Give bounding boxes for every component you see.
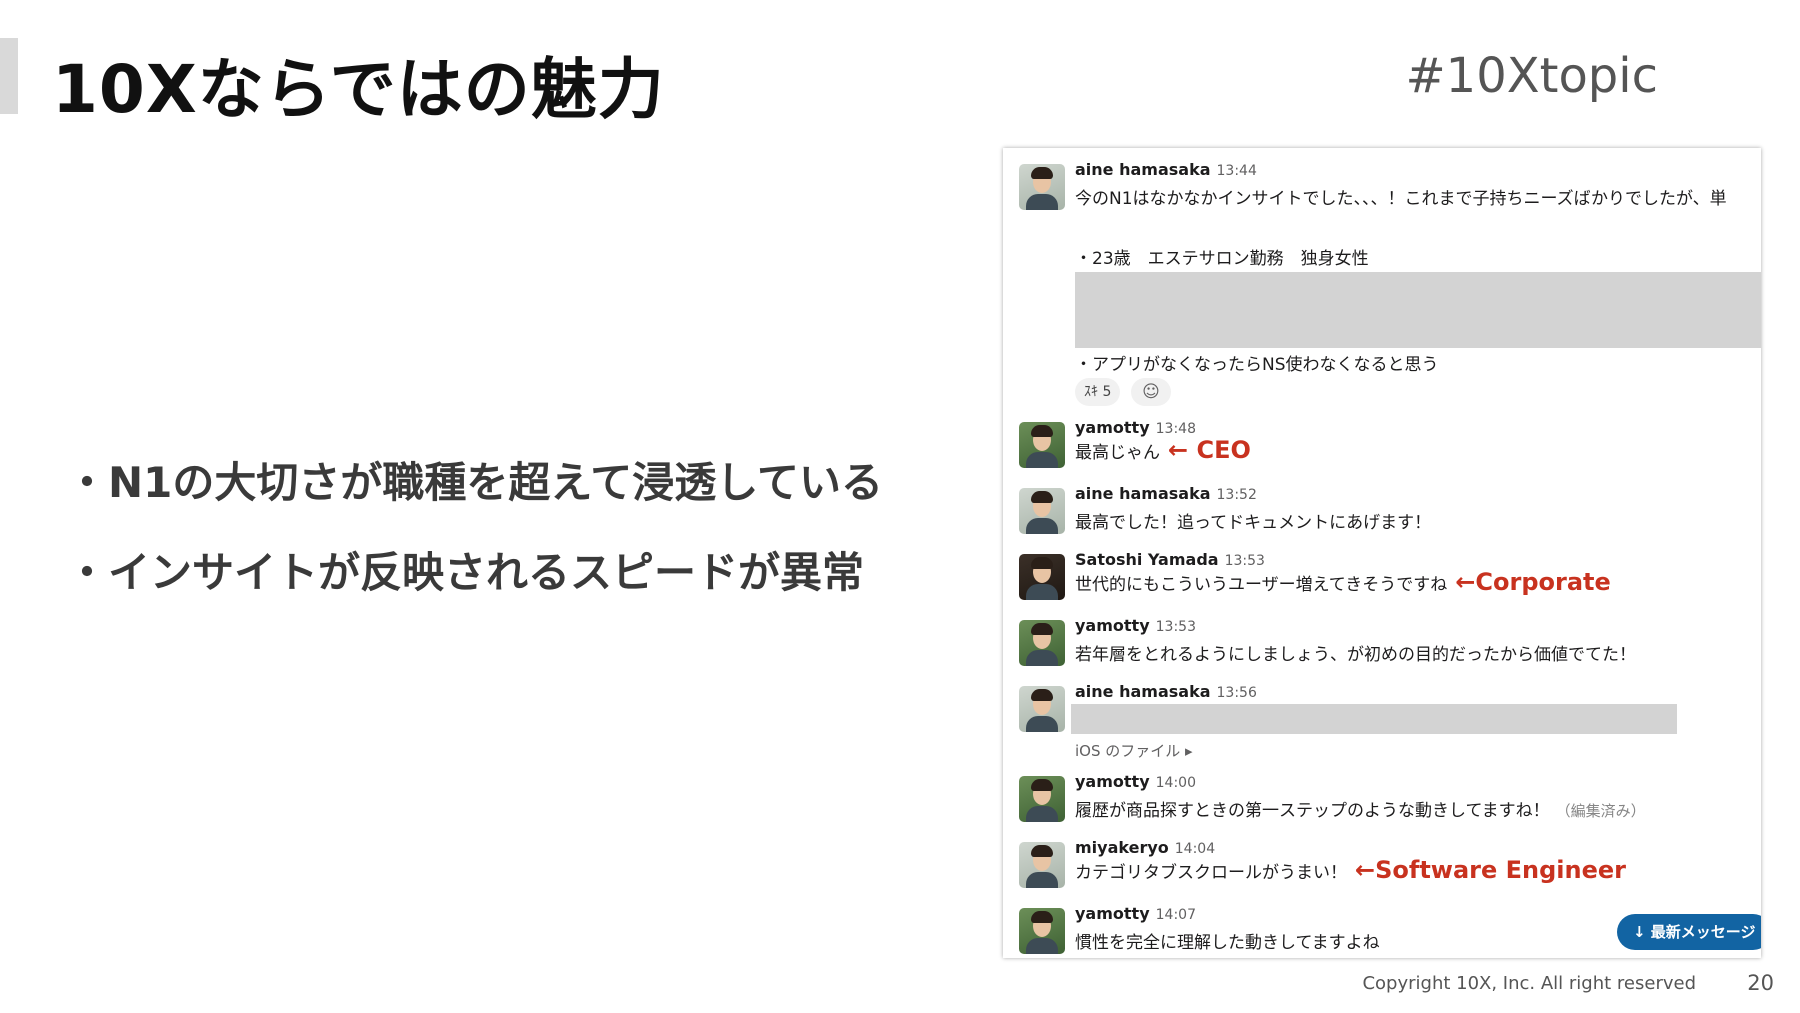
message-text: 若年層をとれるようにしましょう、が初めの目的だったから価値でてた！ <box>1075 645 1636 665</box>
role-annotation: ←Software Engineer <box>1355 856 1626 884</box>
message-header: Satoshi Yamada 13:53 <box>1075 550 1265 569</box>
user-avatar[interactable] <box>1019 842 1065 888</box>
message-text-row: 履歴が商品探すときの第一ステップのような動きしてますね！ （編集済み） <box>1075 796 1646 821</box>
username[interactable]: yamotty <box>1075 772 1150 791</box>
user-avatar[interactable] <box>1019 554 1065 600</box>
message-text: 今のN1はなかなかインサイトでした、、、！これまで子持ちニーズばかりでしたが、単 <box>1075 189 1727 209</box>
timestamp[interactable]: 13:52 <box>1217 487 1257 503</box>
username[interactable]: yamotty <box>1075 904 1150 923</box>
timestamp[interactable]: 14:00 <box>1156 775 1196 791</box>
reaction-pill[interactable]: ｽｷ 5 <box>1075 378 1121 406</box>
username[interactable]: miyakeryo <box>1075 838 1169 857</box>
slack-screenshot: aine hamasaka 13:44 今のN1はなかなかインサイトでした、、、！… <box>1003 148 1761 958</box>
user-avatar[interactable] <box>1019 488 1065 534</box>
message-header: yamotty 13:48 <box>1075 418 1196 437</box>
add-reaction-icon[interactable]: ☺ <box>1131 378 1171 406</box>
reaction-emoji: ｽｷ <box>1084 384 1098 400</box>
username[interactable]: aine hamasaka <box>1075 484 1211 503</box>
slide-hashtag: #10Xtopic <box>1405 48 1658 104</box>
redacted-block <box>1075 272 1761 348</box>
message-text-row: カテゴリタブスクロールがうまい！ ←Software Engineer <box>1075 856 1626 884</box>
message-text: 慣性を完全に理解した動きしてますよね <box>1075 933 1380 953</box>
message-header: yamotty 14:07 <box>1075 904 1196 923</box>
message-text: カテゴリタブスクロールがうまい！ <box>1075 863 1347 883</box>
role-annotation: ← CEO <box>1168 436 1251 464</box>
message-text: 最高でした！追ってドキュメントにあげます！ <box>1075 513 1432 533</box>
title-accent-bar <box>0 38 18 114</box>
message-text-line: ・アプリがなくなったらNS使わなくなると思う <box>1075 355 1439 375</box>
message-header: aine hamasaka 13:52 <box>1075 484 1257 503</box>
bullet-item: ・インサイトが反映されるスピードが異常 <box>66 548 865 597</box>
username[interactable]: aine hamasaka <box>1075 160 1211 179</box>
username[interactable]: yamotty <box>1075 418 1150 437</box>
user-avatar[interactable] <box>1019 422 1065 468</box>
timestamp[interactable]: 13:53 <box>1225 553 1265 569</box>
bullet-list: ・N1の大切さが職種を超えて浸透している ・インサイトが反映されるスピードが異常 <box>66 455 883 635</box>
message-text-row: 世代的にもこういうユーザー増えてきそうですね ←Corporate <box>1075 568 1611 596</box>
user-avatar[interactable] <box>1019 908 1065 954</box>
message-text: 世代的にもこういうユーザー増えてきそうですね <box>1075 575 1448 595</box>
username[interactable]: Satoshi Yamada <box>1075 550 1219 569</box>
user-avatar[interactable] <box>1019 620 1065 666</box>
message-header: miyakeryo 14:04 <box>1075 838 1215 857</box>
footer-copyright: Copyright 10X, Inc. All right reserved <box>1362 973 1696 994</box>
slide-title: 10Xならではの魅力 <box>52 51 665 128</box>
timestamp[interactable]: 13:44 <box>1217 163 1257 179</box>
message-header: aine hamasaka 13:44 <box>1075 160 1257 179</box>
message-text-row: 最高じゃん ← CEO <box>1075 436 1251 464</box>
timestamp[interactable]: 14:07 <box>1156 907 1196 923</box>
username[interactable]: aine hamasaka <box>1075 682 1211 701</box>
edited-tag: （編集済み） <box>1555 802 1646 820</box>
message-text: 最高じゃん <box>1075 443 1160 463</box>
message-text-line: ・23歳 エステサロン勤務 独身女性 <box>1075 249 1369 269</box>
timestamp[interactable]: 13:53 <box>1156 619 1196 635</box>
bullet-item: ・N1の大切さが職種を超えて浸透している <box>66 458 884 507</box>
file-attachment-label[interactable]: iOS のファイル ▸ <box>1075 740 1193 761</box>
timestamp[interactable]: 14:04 <box>1175 841 1215 857</box>
reaction-count: 5 <box>1102 384 1112 400</box>
timestamp[interactable]: 13:48 <box>1156 421 1196 437</box>
user-avatar[interactable] <box>1019 776 1065 822</box>
user-avatar[interactable] <box>1019 686 1065 732</box>
timestamp[interactable]: 13:56 <box>1217 685 1257 701</box>
page-number: 20 <box>1747 971 1774 995</box>
message-header: yamotty 13:53 <box>1075 616 1196 635</box>
user-avatar[interactable] <box>1019 164 1065 210</box>
new-messages-button[interactable]: ↓ 最新メッセージ <box>1617 914 1761 950</box>
message-text: 履歴が商品探すときの第一ステップのような動きしてますね！ <box>1075 801 1550 821</box>
role-annotation: ←Corporate <box>1455 568 1611 596</box>
username[interactable]: yamotty <box>1075 616 1150 635</box>
message-header: yamotty 14:00 <box>1075 772 1196 791</box>
message-header: aine hamasaka 13:56 <box>1075 682 1257 701</box>
redacted-file-block <box>1071 704 1677 734</box>
